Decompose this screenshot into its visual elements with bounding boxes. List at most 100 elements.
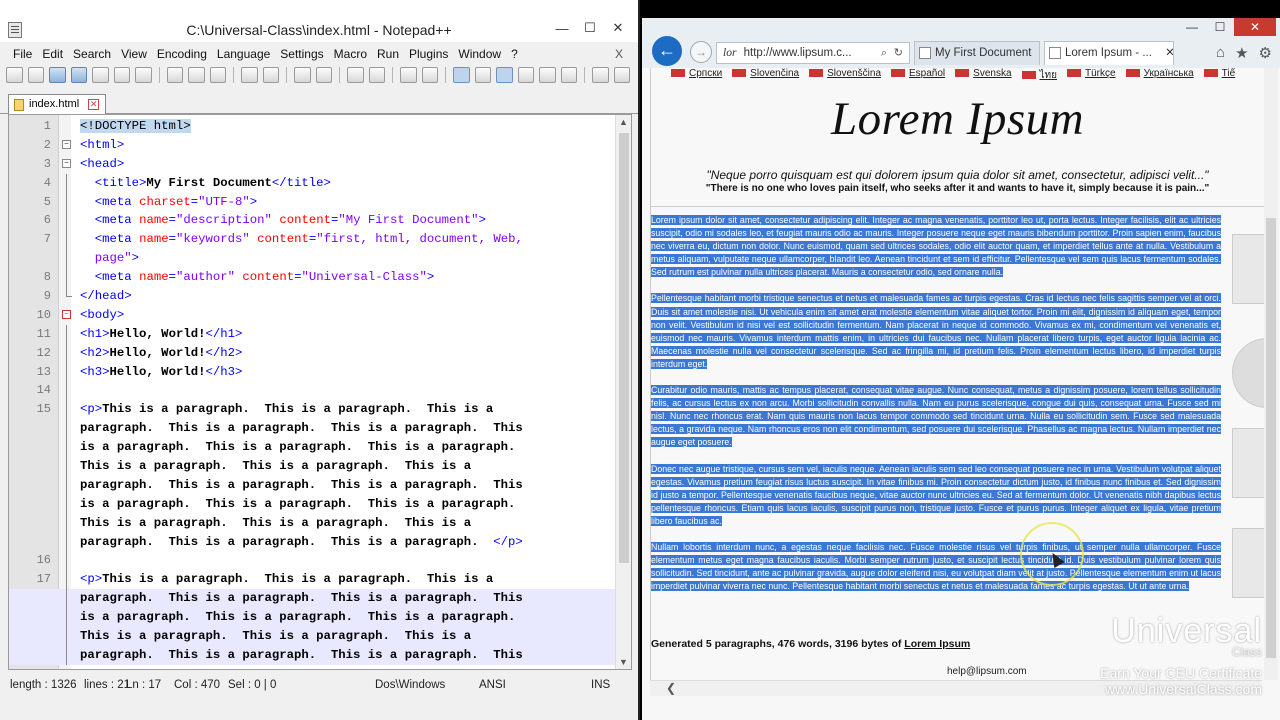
code-line[interactable]: 12 <h2>Hello, World!</h2> — [9, 343, 615, 363]
new-file-icon[interactable] — [6, 67, 23, 83]
document-map-icon[interactable] — [539, 67, 556, 83]
code-line[interactable]: 15 <p>This is a paragraph. This is a para… — [9, 400, 615, 420]
code-line[interactable]: paragraph. This is a paragraph. This is … — [9, 532, 615, 552]
fold-toggle-icon[interactable] — [62, 309, 71, 319]
close-all-icon[interactable] — [113, 67, 131, 83]
menu-encoding[interactable]: Encoding — [152, 46, 212, 64]
language-link[interactable]: Tiế — [1204, 68, 1236, 80]
lorem-ipsum-link[interactable]: Lorem Ipsum — [904, 638, 970, 650]
code-line[interactable]: This is a paragraph. This is a paragraph… — [9, 627, 615, 646]
code-line[interactable]: 4 <title>My First Document</title> — [9, 173, 615, 193]
menu-search[interactable]: Search — [68, 46, 116, 64]
close-button[interactable]: ✕ — [604, 18, 632, 38]
menu-macro[interactable]: Macro — [329, 46, 372, 64]
code-line[interactable]: is a paragraph. This is a paragraph. Thi… — [9, 494, 615, 514]
menu-edit[interactable]: Edit — [37, 46, 68, 64]
menu-run[interactable]: Run — [372, 46, 404, 64]
language-link[interactable]: ไทย — [1022, 68, 1057, 81]
code-line[interactable]: paragraph. This is a paragraph. This is … — [9, 589, 615, 609]
zoom-in-icon[interactable] — [347, 67, 364, 83]
stop-macro-icon[interactable] — [613, 67, 631, 83]
cut-icon[interactable] — [166, 67, 184, 83]
show-all-characters-icon[interactable] — [474, 67, 492, 83]
undo-icon[interactable] — [241, 67, 258, 83]
close-document-button[interactable]: X — [610, 46, 628, 62]
help-email-link[interactable]: help@lipsum.com — [947, 666, 1027, 677]
minimize-button[interactable]: — — [1178, 18, 1206, 36]
scroll-up-arrow-icon[interactable]: ▲ — [619, 117, 628, 127]
close-file-icon[interactable] — [92, 67, 109, 83]
scrollbar-thumb[interactable] — [1266, 218, 1276, 658]
language-link[interactable]: Türkçe — [1067, 68, 1116, 80]
language-link[interactable]: Svenska — [955, 68, 1011, 80]
code-line[interactable]: 3 <head> — [9, 155, 615, 174]
fold-toggle-icon[interactable] — [62, 139, 71, 149]
sync-vertical-icon[interactable] — [400, 67, 417, 83]
code-line[interactable]: This is a paragraph. This is a paragraph… — [9, 513, 615, 533]
code-line[interactable]: 14 — [9, 381, 615, 401]
function-list-icon[interactable] — [560, 67, 578, 83]
code-line[interactable]: paragraph. This is a paragraph. This is … — [9, 645, 615, 665]
forward-arrow-icon[interactable]: → — [690, 41, 712, 63]
tab-my-first-document[interactable]: My First Document — [914, 41, 1040, 65]
maximize-button[interactable]: ☐ — [1206, 18, 1234, 36]
language-link[interactable]: Slovenščina — [809, 68, 881, 80]
code-line[interactable]: 11 <h1>Hello, World!</h1> — [9, 324, 615, 344]
language-link[interactable]: Українська — [1126, 68, 1194, 80]
code-line[interactable]: is a paragraph. This is a paragraph. Thi… — [9, 608, 615, 628]
code-line[interactable]: 16 — [9, 551, 615, 571]
menu-file[interactable]: File — [8, 46, 37, 64]
menu-view[interactable]: View — [116, 46, 152, 64]
page-vertical-scrollbar[interactable] — [1264, 68, 1278, 680]
save-all-icon[interactable] — [70, 67, 88, 83]
scrollbar-thumb[interactable] — [619, 133, 629, 563]
menu-window[interactable]: Window — [453, 46, 506, 64]
menu-language[interactable]: Language — [212, 46, 275, 64]
sync-horizontal-icon[interactable] — [421, 67, 439, 83]
record-macro-icon[interactable] — [592, 67, 609, 83]
language-link[interactable]: Српски — [671, 68, 722, 80]
home-icon[interactable]: ⌂ — [1216, 44, 1225, 62]
code-line[interactable]: 2 <html> — [9, 136, 615, 155]
menu-settings[interactable]: Settings — [275, 46, 328, 64]
print-icon[interactable] — [135, 67, 152, 83]
favorites-star-icon[interactable]: ★ — [1235, 44, 1248, 62]
close-button[interactable]: ✕ — [1234, 18, 1276, 36]
menu-plugins[interactable]: Plugins — [404, 46, 453, 64]
tab-close-icon[interactable]: ✕ — [88, 99, 100, 110]
redo-icon[interactable] — [262, 67, 280, 83]
find-icon[interactable] — [294, 67, 311, 83]
replace-icon[interactable] — [315, 67, 333, 83]
refresh-icon[interactable]: ↻ — [894, 43, 903, 63]
language-link[interactable]: Slovenčina — [732, 68, 799, 80]
search-icon[interactable]: ⌕ — [881, 43, 887, 63]
open-file-icon[interactable] — [27, 67, 45, 83]
paste-icon[interactable] — [209, 67, 227, 83]
tab-close-icon[interactable]: ✕ — [1165, 47, 1173, 59]
code-line[interactable]: is a paragraph. This is a paragraph. Thi… — [9, 438, 615, 458]
indent-guide-icon[interactable] — [496, 67, 513, 83]
scroll-left-arrow-icon[interactable]: ❮ — [666, 681, 676, 695]
language-link[interactable]: Español — [891, 68, 945, 80]
code-line[interactable]: 6 <meta name="description" content="My F… — [9, 211, 615, 231]
code-line[interactable]: 17 <p>This is a paragraph. This is a para… — [9, 570, 615, 590]
scroll-down-arrow-icon[interactable]: ▼ — [619, 657, 628, 667]
code-line[interactable]: 5 <meta charset="UTF-8"> — [9, 192, 615, 212]
zoom-out-icon[interactable] — [368, 67, 386, 83]
maximize-button[interactable]: ☐ — [576, 18, 604, 38]
tab-lorem-ipsum[interactable]: Lorem Ipsum - ... ✕ — [1044, 41, 1174, 65]
code-line[interactable]: 10 <body> — [9, 306, 615, 325]
code-line[interactable]: 13 <h3>Hello, World!</h3> — [9, 362, 615, 382]
code-line[interactable]: paragraph. This is a paragraph. This is … — [9, 419, 615, 439]
code-line[interactable]: 1 <!DOCTYPE html> — [9, 117, 615, 136]
menu-help[interactable]: ? — [506, 46, 523, 64]
editor-vertical-scrollbar[interactable]: ▲ ▼ — [615, 115, 631, 669]
code-line[interactable]: paragraph. This is a paragraph. This is … — [9, 475, 615, 495]
code-line[interactable]: 9 </head> — [9, 287, 615, 306]
copy-icon[interactable] — [188, 67, 205, 83]
minimize-button[interactable]: — — [548, 18, 576, 38]
fold-toggle-icon[interactable] — [62, 158, 71, 168]
settings-gear-icon[interactable]: ⚙ — [1259, 44, 1272, 62]
code-line[interactable]: 7 <meta name="keywords" content="first, … — [9, 230, 615, 250]
code-editor[interactable]: 1 <!DOCTYPE html> 2 <html> 3 <head> 4 <title>M… — [8, 114, 632, 670]
